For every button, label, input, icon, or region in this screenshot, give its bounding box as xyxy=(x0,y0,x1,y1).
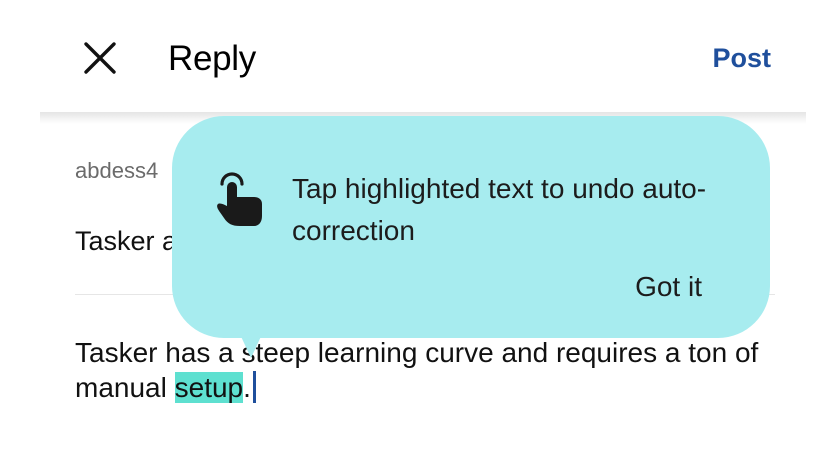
tooltip-pointer xyxy=(238,330,264,358)
text-cursor xyxy=(252,371,256,403)
reply-text-field[interactable]: Tasker has a steep learning curve and re… xyxy=(75,335,785,405)
page-title: Reply xyxy=(168,39,256,78)
parent-post-text: Tasker a xyxy=(75,226,178,256)
autocorrected-word[interactable]: setup xyxy=(174,372,244,403)
tap-gesture-icon xyxy=(210,168,266,230)
close-button[interactable] xyxy=(78,38,122,78)
tooltip-message: Tap highlighted text to undo auto-correc… xyxy=(292,173,707,246)
parent-post-username: abdess4 xyxy=(75,158,159,183)
post-button[interactable]: Post xyxy=(712,40,771,76)
got-it-button[interactable]: Got it xyxy=(635,268,702,306)
reply-text-end: . xyxy=(243,372,251,403)
reply-screen: Reply Post abdess4 Tasker a Tasker has a… xyxy=(0,0,819,469)
close-icon xyxy=(84,42,116,74)
autocorrect-tooltip: Tap highlighted text to undo auto-correc… xyxy=(172,116,770,338)
